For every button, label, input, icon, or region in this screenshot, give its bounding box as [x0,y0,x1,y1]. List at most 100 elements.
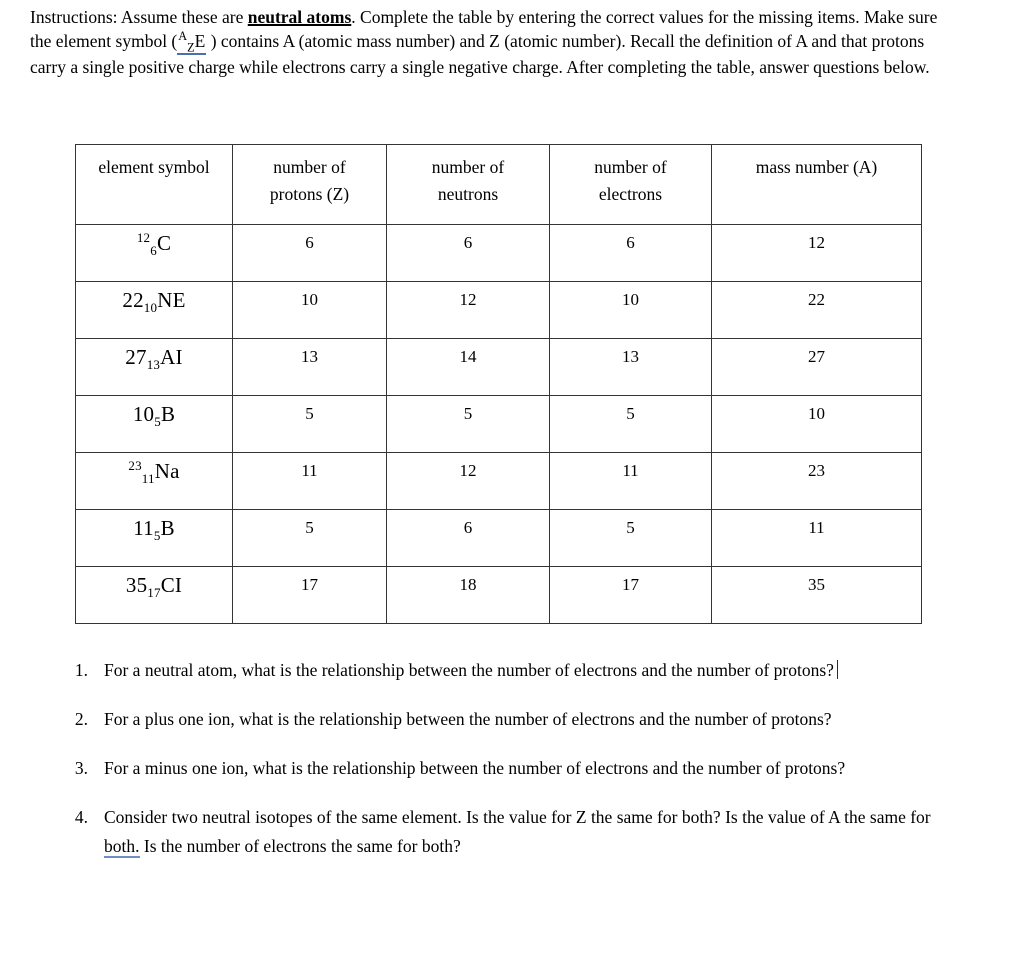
cell-electrons: 5 [549,509,712,567]
table-row: 115B 5 6 5 11 [75,509,922,567]
atom-table: element symbol number of protons (Z) num… [75,144,922,624]
table-header-row: element symbol number of protons (Z) num… [75,144,922,225]
symbol-mass-number: 22 [122,288,144,312]
cell-protons: 13 [232,338,387,396]
symbol-element-letters: NE [157,288,186,312]
symbol-atomic-number: 10 [143,300,158,316]
cell-protons: 6 [232,224,387,282]
instructions-text-part1: Instructions: Assume these are [30,7,248,27]
symbol-atomic-number: 11 [141,471,155,487]
question-item-1: 1. For a neutral atom, what is the relat… [60,656,940,685]
cell-protons: 5 [232,509,387,567]
column-header-protons-line1: number of [273,157,346,177]
element-symbol-notation: 115B [133,516,175,544]
column-header-electrons-line1: number of [594,157,667,177]
column-header-protons-line2: protons (Z) [269,184,350,204]
table-body: 126C 6 6 6 12 2210NE 10 12 10 22 2713AI 13 14 13 27 105… [75,224,922,624]
question-text-1-content: For a neutral atom, what is the relation… [104,660,834,680]
cell-mass-number: 23 [711,452,922,510]
column-header-neutrons: number of neutrons [386,144,550,225]
instructions-emphasis-neutral-atoms: neutral atoms [247,7,352,27]
symbol-element-letters: AI [160,345,183,369]
cell-mass-number: 11 [711,509,922,567]
table-row: 126C 6 6 6 12 [75,224,922,282]
element-symbol-notation: 2210NE [122,288,186,316]
element-symbol-notation: 126C [137,231,172,257]
column-header-mass-number: mass number (A) [711,144,922,225]
symbol-mass-number: 10 [132,402,155,426]
cell-neutrons: 18 [386,566,550,624]
question-item-4: 4. Consider two neutral isotopes of the … [60,803,940,861]
cell-protons: 5 [232,395,387,453]
question-number-4: 4. [74,807,88,827]
cell-electrons: 13 [549,338,712,396]
cell-protons: 10 [232,281,387,339]
symbol-element-letters: B [160,516,175,540]
column-header-electrons-line2: electrons [598,184,663,204]
cell-mass-number: 35 [711,566,922,624]
cell-element-symbol: 2713AI [75,338,233,396]
questions-list: 1. For a neutral atom, what is the relat… [60,656,940,881]
text-cursor-caret [836,660,838,679]
element-symbol-notation: 2713AI [125,345,183,373]
question-number-2: 2. [74,709,88,729]
symbol-mass-number: 23 [128,458,142,473]
cell-neutrons: 6 [386,509,550,567]
question-item-3: 3. For a minus one ion, what is the rela… [60,754,940,783]
question-text-4[interactable]: Consider two neutral isotopes of the sam… [104,803,940,861]
cell-element-symbol: 126C [75,224,233,282]
column-header-electrons: number of electrons [549,144,712,225]
symbol-element-letters: CI [160,573,183,597]
question-text-4-after: Is the number of electrons the same for … [139,836,461,856]
cell-neutrons: 5 [386,395,550,453]
cell-mass-number: 27 [711,338,922,396]
symbol-mass-number: 35 [125,573,148,597]
question-item-2: 2. For a plus one ion, what is the relat… [60,705,940,734]
cell-electrons: 11 [549,452,712,510]
spellcheck-flagged-word[interactable]: both. [104,836,140,858]
question-text-2[interactable]: For a plus one ion, what is the relation… [104,705,940,734]
element-symbol-notation: 105B [132,402,176,430]
cell-element-symbol: 115B [75,509,233,567]
cell-electrons: 17 [549,566,712,624]
cell-element-symbol: 2210NE [75,281,233,339]
cell-mass-number: 10 [711,395,922,453]
symbol-element-letters: Na [154,459,180,483]
cell-electrons: 6 [549,224,712,282]
cell-electrons: 10 [549,281,712,339]
isotope-atomic-subscript: Z [187,40,195,55]
symbol-atomic-number: 5 [153,528,161,544]
symbol-mass-number: 11 [133,516,154,540]
table-header: element symbol number of protons (Z) num… [75,144,922,225]
symbol-element-letters: C [156,231,172,255]
isotope-element-letter: E [194,31,206,51]
cell-mass-number: 12 [711,224,922,282]
column-header-neutrons-line1: number of [431,157,505,177]
cell-neutrons: 12 [386,452,550,510]
table-row: 2713AI 13 14 13 27 [75,338,922,396]
cell-neutrons: 14 [386,338,550,396]
symbol-element-letters: B [160,402,176,426]
element-symbol-notation: 3517CI [125,573,183,599]
cell-protons: 17 [232,566,387,624]
cell-element-symbol: 105B [75,395,233,453]
table-row: 3517CI 17 18 17 35 [75,566,922,624]
column-header-element-symbol: element symbol [75,144,233,225]
table-row: 2311Na 11 12 11 23 [75,452,922,510]
cell-protons: 11 [232,452,387,510]
element-symbol-notation: 2311Na [128,458,180,487]
atom-table-container: element symbol number of protons (Z) num… [75,144,922,624]
cell-mass-number: 22 [711,281,922,339]
question-text-3[interactable]: For a minus one ion, what is the relatio… [104,754,940,783]
question-number-1: 1. [74,660,88,680]
question-text-1[interactable]: For a neutral atom, what is the relation… [104,656,940,685]
table-row: 105B 5 5 5 10 [75,395,922,453]
column-header-neutrons-line2: neutrons [437,184,499,204]
question-text-4-before: Consider two neutral isotopes of the sam… [104,807,931,827]
column-header-element-symbol-line1: element symbol [98,157,210,177]
isotope-mass-superscript: A [178,29,188,44]
isotope-notation-token: AZE [177,29,207,55]
symbol-atomic-number: 5 [154,414,161,430]
table-row: 2210NE 10 12 10 22 [75,281,922,339]
symbol-atomic-number: 13 [146,357,161,373]
